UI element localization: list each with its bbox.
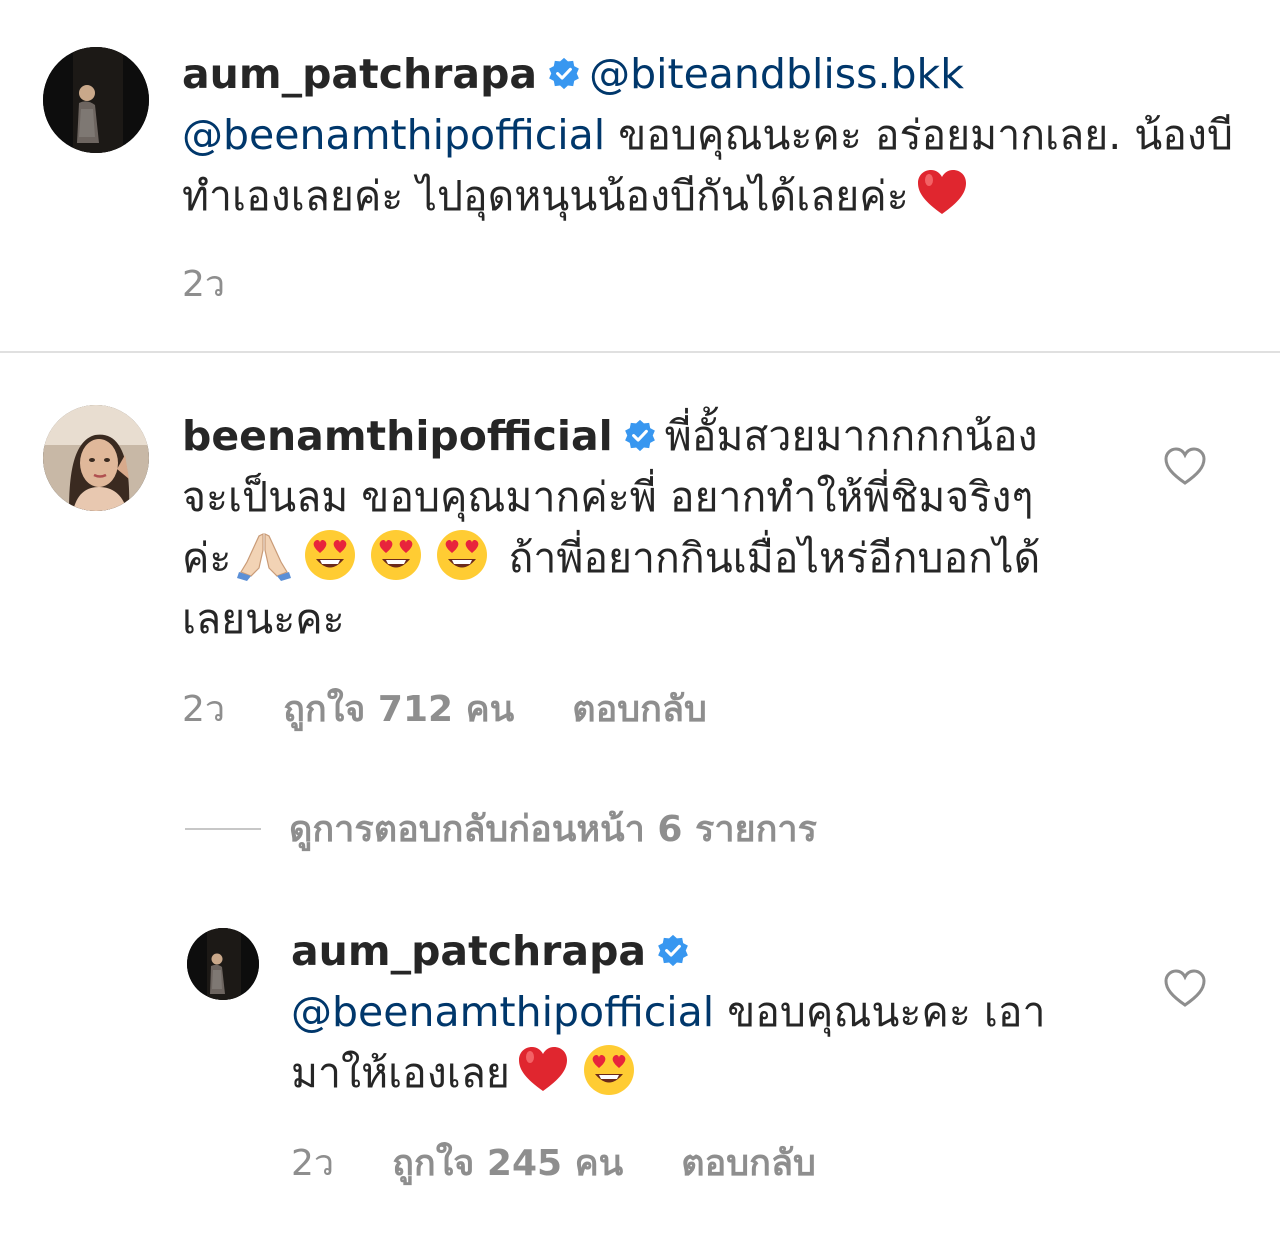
comment-2-text: beenamthipofficial พี่อั้มสวยมากกกกน้องจะ… xyxy=(182,406,1072,650)
comment-1-time: 2ว xyxy=(182,264,226,305)
comment-1-username[interactable]: aum_patchrapa xyxy=(182,50,537,98)
avatar-aum-patchrapa[interactable] xyxy=(187,928,259,1000)
reply-reply-button[interactable]: ตอบกลับ xyxy=(681,1134,816,1191)
red-heart-emoji xyxy=(915,166,969,220)
comment-2-reply-button[interactable]: ตอบกลับ xyxy=(572,680,707,737)
comment-1-text: aum_patchrapa @biteandbliss.bkk @beenamthi… xyxy=(182,44,1242,227)
folded-hands-emoji xyxy=(237,528,292,582)
comment-2-time: 2ว xyxy=(182,689,226,730)
comment-2-likes[interactable]: ถูกใจ 712 คน xyxy=(283,680,514,737)
comment-2-username[interactable]: beenamthipofficial xyxy=(182,412,613,460)
heart-eyes-emoji xyxy=(303,528,357,582)
reply-username[interactable]: aum_patchrapa xyxy=(291,927,646,975)
avatar-photo xyxy=(43,405,149,511)
mention-biteandbliss[interactable]: @biteandbliss.bkk xyxy=(589,50,964,98)
reply-text: aum_patchrapa @beenamthipofficial ขอบคุณน… xyxy=(291,921,1051,1104)
mention-beenamthip[interactable]: @beenamthipofficial xyxy=(182,111,605,159)
comment-1-meta: 2ว xyxy=(182,255,225,312)
replies-line xyxy=(185,827,261,830)
avatar-beenamthipofficial[interactable] xyxy=(43,405,149,511)
mention-beenamthip[interactable]: @beenamthipofficial xyxy=(291,988,714,1036)
heart-outline-icon[interactable] xyxy=(1163,968,1207,1008)
view-previous-replies-label: ดูการตอบกลับก่อนหน้า 6 รายการ xyxy=(289,809,817,850)
heart-outline-icon[interactable] xyxy=(1163,446,1207,486)
avatar-aum-patchrapa[interactable] xyxy=(43,47,149,153)
view-previous-replies-button[interactable]: ดูการตอบกลับก่อนหน้า 6 รายการ xyxy=(185,800,817,857)
avatar-photo xyxy=(43,47,149,153)
comment-2-meta: 2ว ถูกใจ 712 คน ตอบกลับ xyxy=(182,680,707,737)
avatar-photo xyxy=(187,928,259,1000)
verified-badge-icon xyxy=(656,934,690,968)
reply-likes[interactable]: ถูกใจ 245 คน xyxy=(392,1134,623,1191)
divider xyxy=(0,351,1280,353)
heart-eyes-emoji xyxy=(582,1043,636,1097)
verified-badge-icon xyxy=(547,57,581,91)
heart-eyes-emoji xyxy=(369,528,423,582)
reply-meta: 2ว ถูกใจ 245 คน ตอบกลับ xyxy=(291,1134,816,1191)
verified-badge-icon xyxy=(623,419,657,453)
reply-time: 2ว xyxy=(291,1143,335,1184)
heart-eyes-emoji xyxy=(435,528,489,582)
red-heart-emoji xyxy=(516,1043,570,1097)
